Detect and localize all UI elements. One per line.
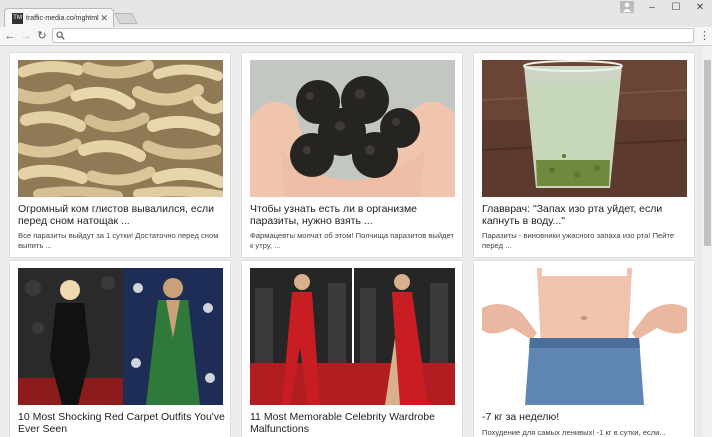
browser-title-bar: TM traffic-media.co/mghtml ✕ – ☐ ✕ — [0, 0, 712, 27]
reload-button[interactable]: ↻ — [36, 29, 48, 43]
card-headline[interactable]: 11 Most Memorable Celebrity Wardrobe Mal… — [250, 411, 458, 435]
card-image-glass[interactable] — [482, 60, 687, 197]
tab-close-icon[interactable]: ✕ — [100, 12, 108, 24]
back-button[interactable]: ← — [4, 29, 16, 43]
site-favicon: TM — [12, 13, 23, 24]
address-bar[interactable] — [52, 28, 694, 43]
card-description: Похудение для самых ленивых! -1 кг в сут… — [482, 428, 666, 437]
card-description: Фармацевты молчат об этом! Полчища параз… — [250, 231, 455, 250]
news-card[interactable]: Огромный ком глистов вывалился, если пер… — [9, 52, 231, 258]
card-headline[interactable]: Огромный ком глистов вывалился, если пер… — [18, 203, 226, 227]
card-headline[interactable]: Главврач: "Запах изо рта уйдет, если кап… — [482, 203, 690, 227]
news-card[interactable]: Главврач: "Запах изо рта уйдет, если кап… — [473, 52, 695, 258]
news-card[interactable]: -7 кг за неделю! Похудение для самых лен… — [473, 260, 695, 437]
browser-tab[interactable]: TM traffic-media.co/mghtml ✕ — [4, 8, 114, 27]
close-window-button[interactable]: ✕ — [690, 1, 710, 15]
profile-button[interactable] — [620, 1, 634, 13]
news-card[interactable]: Чтобы узнать есть ли в организме паразит… — [241, 52, 463, 258]
minimize-button[interactable]: – — [642, 1, 662, 15]
new-tab-button[interactable] — [114, 13, 138, 24]
card-headline[interactable]: Чтобы узнать есть ли в организме паразит… — [250, 203, 458, 227]
card-headline[interactable]: 10 Most Shocking Red Carpet Outfits You'… — [18, 411, 226, 435]
card-description: Паразиты - виновники ужасного запаха изо… — [482, 231, 675, 250]
card-image-red-carpet[interactable] — [18, 268, 223, 405]
card-headline[interactable]: -7 кг за неделю! — [482, 411, 690, 423]
tab-title: traffic-media.co/mghtml — [26, 15, 99, 22]
forward-button[interactable]: → — [20, 29, 32, 43]
search-icon — [56, 31, 65, 40]
page-scrollbar[interactable] — [703, 46, 712, 437]
browser-toolbar: ← → ↻ ⋮ — [0, 27, 712, 46]
card-image-weight-loss[interactable] — [482, 268, 687, 405]
news-card[interactable]: 11 Most Memorable Celebrity Wardrobe Mal… — [241, 260, 463, 437]
card-image-celebrity[interactable] — [250, 268, 455, 405]
profile-icon — [623, 2, 631, 12]
browser-menu-icon[interactable]: ⋮ — [699, 29, 710, 43]
news-card[interactable]: 10 Most Shocking Red Carpet Outfits You'… — [9, 260, 231, 437]
maximize-button[interactable]: ☐ — [666, 1, 686, 15]
card-description: Все паразиты выйдут за 1 сутки! Достаточ… — [18, 231, 219, 250]
page-content: Огромный ком глистов вывалился, если пер… — [0, 46, 703, 437]
card-image-truffles[interactable] — [250, 60, 455, 197]
scrollbar-thumb[interactable] — [704, 60, 711, 246]
card-image-worms[interactable] — [18, 60, 223, 197]
